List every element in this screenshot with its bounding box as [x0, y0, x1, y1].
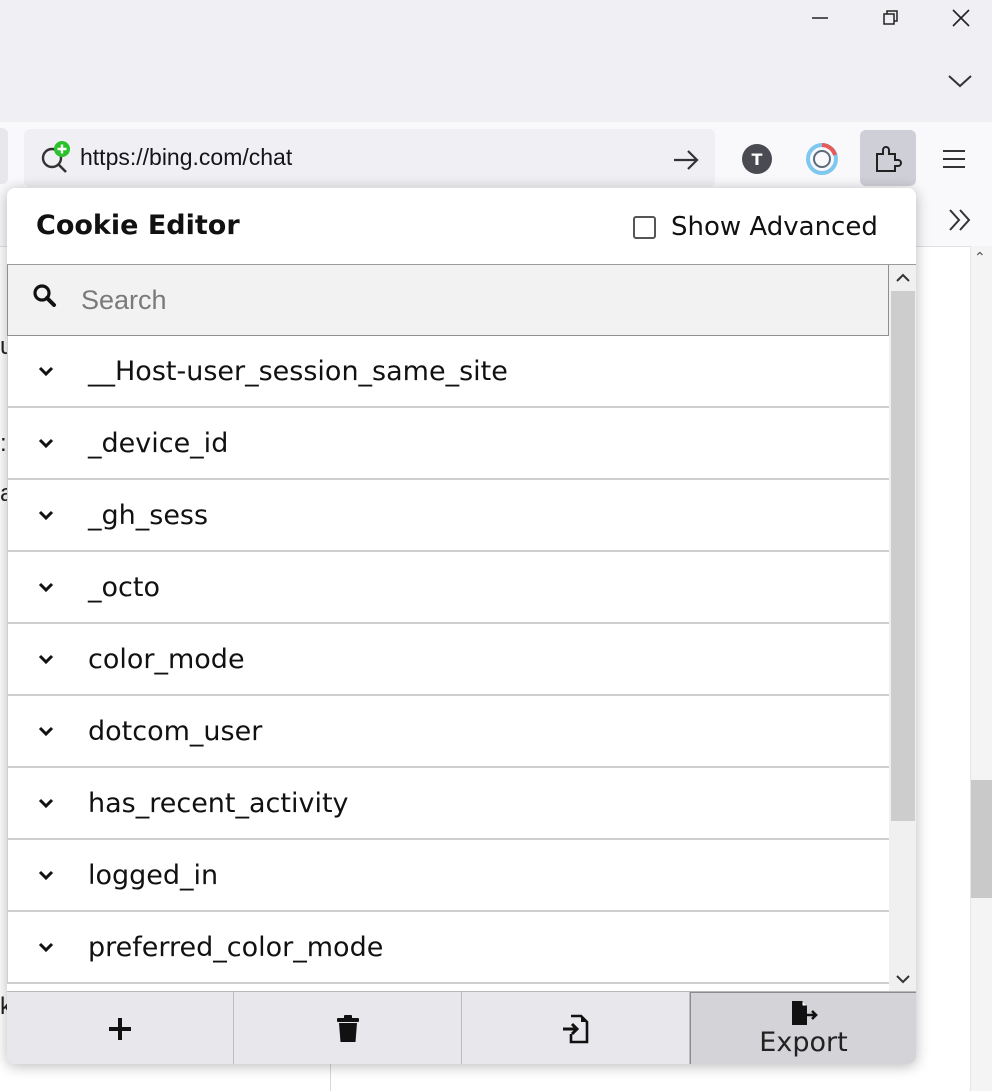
cookie-list: __Host-user_session_same_site _device_id _… [7, 336, 889, 984]
cookie-row[interactable]: logged_in [7, 840, 889, 912]
show-advanced-label[interactable]: Show Advanced [671, 212, 878, 242]
search-icon [33, 284, 56, 307]
close-icon [952, 9, 970, 27]
import-icon [562, 1014, 588, 1043]
cookie-row[interactable]: dotcom_user [7, 696, 889, 768]
chevron-down-icon[interactable] [8, 941, 88, 953]
avatar-letter: T [751, 149, 763, 169]
cookie-name: preferred_color_mode [88, 931, 384, 963]
scroll-up-icon[interactable] [893, 269, 913, 287]
search-engine-icon[interactable] [38, 140, 74, 176]
bookmarks-overflow-button[interactable] [940, 202, 980, 238]
chevron-down-icon[interactable] [8, 725, 88, 737]
double-chevron-right-icon [949, 209, 971, 231]
chevron-down-icon[interactable] [8, 509, 88, 521]
cookie-row[interactable]: preferred_color_mode [7, 912, 889, 984]
page-scroll-thumb[interactable] [971, 780, 992, 898]
plus-icon [109, 1017, 131, 1040]
tab-list-button[interactable] [940, 66, 980, 96]
cookie-name: dotcom_user [88, 715, 263, 747]
page-text-fragment: : [0, 430, 7, 457]
ring-extension-icon [806, 143, 838, 175]
back-button-edge[interactable] [0, 128, 8, 184]
extensions-button[interactable] [860, 130, 916, 186]
list-scroll-thumb[interactable] [891, 291, 915, 821]
restore-icon [883, 10, 898, 25]
page-scroll-up-icon[interactable]: ⌃ [974, 250, 986, 266]
restore-button[interactable] [856, 0, 926, 36]
go-button[interactable] [670, 145, 702, 175]
cookie-editor-popup: Cookie Editor Show Advanced __Host-user_… [7, 188, 916, 1064]
cookie-row[interactable]: _octo [7, 552, 889, 624]
url-text[interactable]: https://bing.com/chat [80, 144, 292, 171]
delete-all-button[interactable] [234, 992, 462, 1064]
popup-title: Cookie Editor [36, 210, 240, 241]
search-input[interactable] [81, 281, 861, 319]
cookie-list-area: __Host-user_session_same_site _device_id _… [7, 264, 916, 992]
cookie-row[interactable]: _device_id [7, 408, 889, 480]
page-scrollbar[interactable] [970, 246, 992, 1091]
add-cookie-button[interactable] [7, 992, 234, 1064]
export-label: Export [759, 1026, 848, 1058]
trash-icon [336, 1014, 359, 1042]
cookie-row[interactable]: _gh_sess [7, 480, 889, 552]
chevron-down-icon[interactable] [8, 797, 88, 809]
cookie-row[interactable]: __Host-user_session_same_site [7, 336, 889, 408]
chevron-down-icon [948, 75, 972, 88]
popup-footer: Export [7, 991, 916, 1064]
chevron-down-icon[interactable] [8, 581, 88, 593]
chevron-down-icon[interactable] [8, 365, 88, 377]
cookie-name: has_recent_activity [88, 787, 349, 819]
import-button[interactable] [462, 992, 690, 1064]
cookie-name: _device_id [88, 427, 229, 459]
extension-ring-button[interactable] [798, 135, 846, 183]
cookie-name: logged_in [88, 859, 219, 891]
chevron-down-icon[interactable] [8, 869, 88, 881]
cookie-name: color_mode [88, 643, 245, 675]
export-button[interactable]: Export [690, 992, 916, 1064]
show-advanced-toggle[interactable]: Show Advanced [633, 212, 878, 242]
cookie-row[interactable]: has_recent_activity [7, 768, 889, 840]
scroll-down-icon[interactable] [893, 970, 913, 988]
app-menu-button[interactable] [930, 135, 978, 183]
minimize-icon [812, 17, 828, 19]
hamburger-icon [943, 150, 965, 168]
chevron-down-icon[interactable] [8, 653, 88, 665]
account-button[interactable]: T [733, 135, 781, 183]
show-advanced-checkbox[interactable] [633, 215, 656, 239]
cookie-name: __Host-user_session_same_site [88, 355, 508, 387]
cookie-name: _octo [88, 571, 160, 603]
arrow-right-icon [674, 150, 699, 170]
cookie-name: _gh_sess [88, 499, 209, 531]
close-window-button[interactable] [926, 0, 992, 36]
page-divider [330, 1060, 331, 1091]
cookie-row[interactable]: color_mode [7, 624, 889, 696]
minimize-button[interactable] [785, 0, 855, 36]
chevron-down-icon[interactable] [8, 437, 88, 449]
search-bar [7, 265, 889, 336]
puzzle-icon [876, 146, 902, 172]
export-icon [791, 1000, 818, 1025]
